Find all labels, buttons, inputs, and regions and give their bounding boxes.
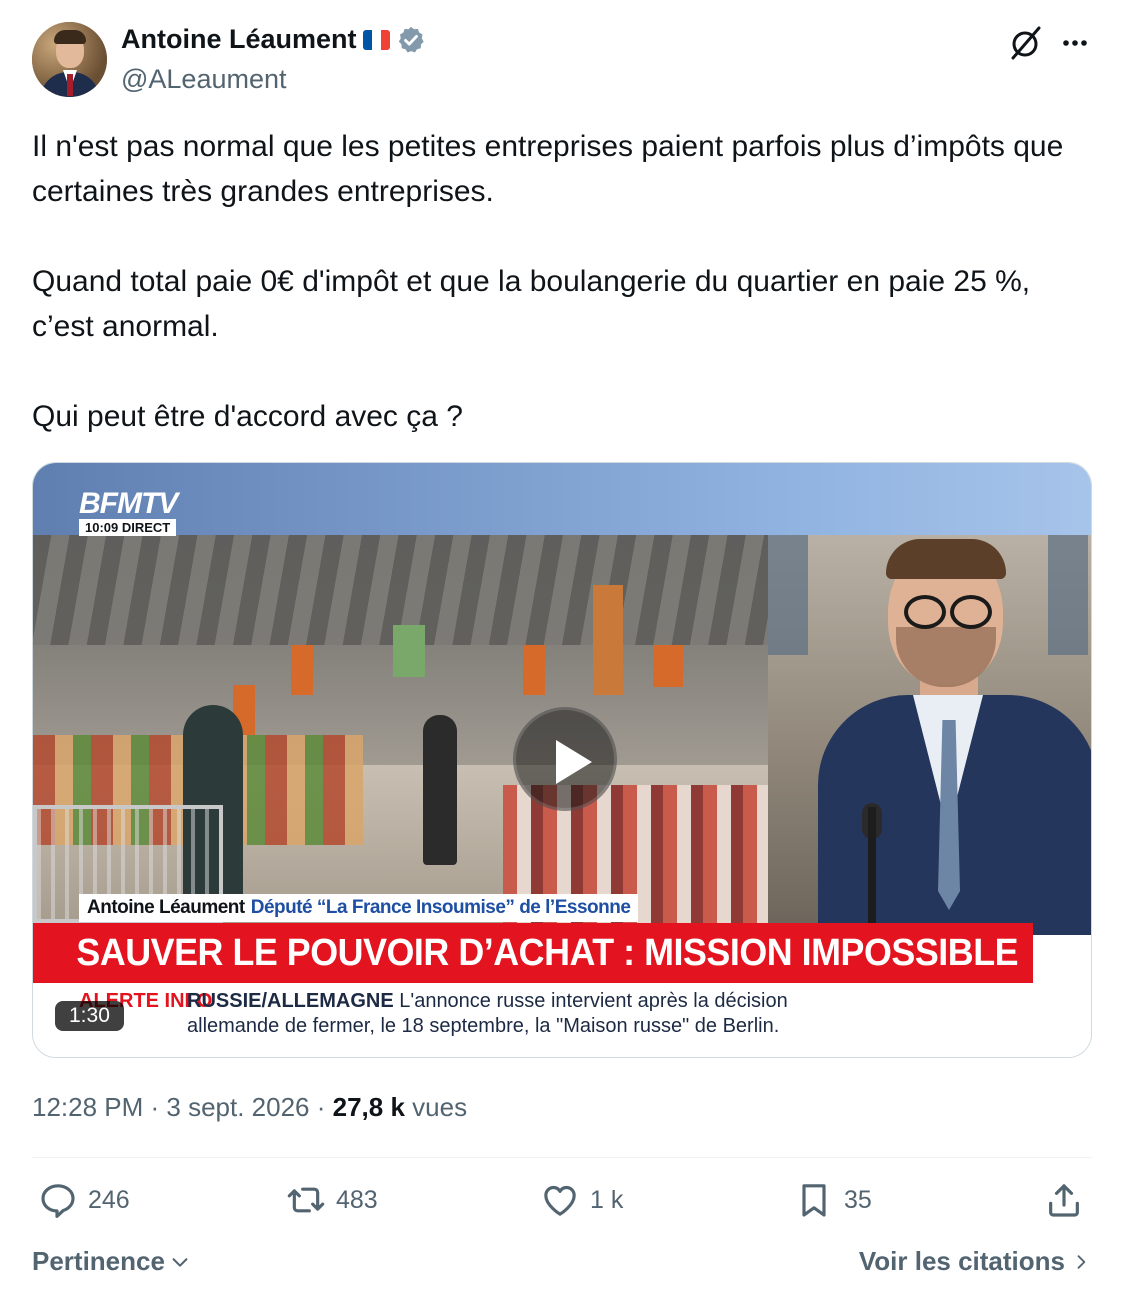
bookmark-icon — [802, 1184, 826, 1217]
tweet-date[interactable]: 3 sept. 2026 — [166, 1092, 309, 1122]
tweet-paragraph: Qui peut être d'accord avec ça ? — [32, 400, 463, 433]
live-badge: 10:09 DIRECT — [79, 519, 177, 536]
guest-role: Député “La France Insoumise” de l’Essonn… — [250, 897, 631, 918]
sort-dropdown[interactable]: Pertinence — [32, 1246, 191, 1277]
ticker-title: RUSSIE/ALLEMAGNE — [187, 990, 394, 1012]
avatar[interactable] — [32, 22, 107, 97]
author-name[interactable]: Antoine Léaument — [121, 24, 357, 55]
guest-name: Antoine Léaument — [87, 897, 245, 918]
more-options-icon[interactable] — [1056, 24, 1094, 62]
video-headline: SAUVER LE POUVOIR D’ACHAT : MISSION IMPO… — [33, 923, 1033, 1034]
ticker-text: RUSSIE/ALLEMAGNE L'annonce russe intervi… — [187, 989, 788, 1039]
tweet-time[interactable]: 12:28 PM — [32, 1092, 143, 1122]
video-duration: 1:30 — [55, 1001, 124, 1031]
sort-label: Pertinence — [32, 1246, 165, 1276]
bookmark-count: 35 — [844, 1185, 872, 1214]
supermarket-scene — [33, 535, 768, 923]
reply-button[interactable]: 246 — [38, 1180, 130, 1220]
bookmark-button[interactable]: 35 — [794, 1180, 872, 1220]
divider — [32, 1157, 1092, 1158]
author-handle[interactable]: @ALeaument — [121, 64, 287, 95]
play-button[interactable] — [513, 707, 617, 811]
news-ticker: ALERTE INFO RUSSIE/ALLEMAGNE L'annonce r… — [33, 983, 1091, 1057]
france-flag-icon — [362, 29, 390, 50]
grok-icon[interactable] — [1006, 24, 1044, 62]
repost-button[interactable]: 483 — [286, 1180, 378, 1220]
reply-count: 246 — [88, 1185, 130, 1214]
reply-icon — [41, 1184, 75, 1218]
meta-separator: · — [309, 1092, 333, 1122]
author-name-row: Antoine Léaument — [121, 24, 426, 55]
views-count: 27,8 k — [332, 1092, 405, 1122]
action-bar: 246 483 1 k 35 — [32, 1180, 1092, 1226]
chevron-right-icon — [1077, 1254, 1086, 1269]
video-player[interactable]: BFMTV 10:09 DIRECT Antoine Léaument Déput… — [32, 462, 1092, 1058]
meta-separator: · — [143, 1092, 167, 1122]
verified-badge-icon[interactable] — [396, 25, 426, 55]
lower-third-name: Antoine Léaument Député “La France Insoum… — [79, 894, 639, 922]
ticker-line1: L'annonce russe intervient après la déci… — [399, 990, 788, 1012]
share-icon — [1049, 1184, 1079, 1217]
repost-icon — [287, 1187, 325, 1213]
video-thumbnail[interactable]: BFMTV 10:09 DIRECT Antoine Léaument Déput… — [33, 463, 1091, 1057]
share-button[interactable] — [1044, 1180, 1084, 1220]
heart-icon — [544, 1185, 576, 1216]
studio-guest-scene — [768, 535, 1091, 935]
tweet-text: Il n'est pas normal que les petites entr… — [32, 124, 1092, 439]
like-count: 1 k — [590, 1185, 624, 1214]
tweet-paragraph: Quand total paie 0€ d'impôt et que la bo… — [32, 265, 1031, 343]
tweet-meta: 12:28 PM · 3 sept. 2026 · 27,8 k vues — [32, 1092, 467, 1123]
like-button[interactable]: 1 k — [540, 1180, 623, 1220]
quotes-label: Voir les citations — [858, 1246, 1065, 1276]
views-label: vues — [412, 1092, 468, 1122]
chevron-down-icon — [172, 1257, 188, 1267]
tweet-paragraph: Il n'est pas normal que les petites entr… — [32, 130, 1064, 208]
view-quotes-link[interactable]: Voir les citations — [859, 1246, 1091, 1277]
bfmtv-logo: BFMTV — [79, 487, 178, 520]
repost-count: 483 — [336, 1185, 378, 1214]
tweet-header: Antoine Léaument @ALeaument — [32, 22, 1092, 100]
ticker-line2: allemande de fermer, le 18 septembre, la… — [187, 1015, 780, 1037]
